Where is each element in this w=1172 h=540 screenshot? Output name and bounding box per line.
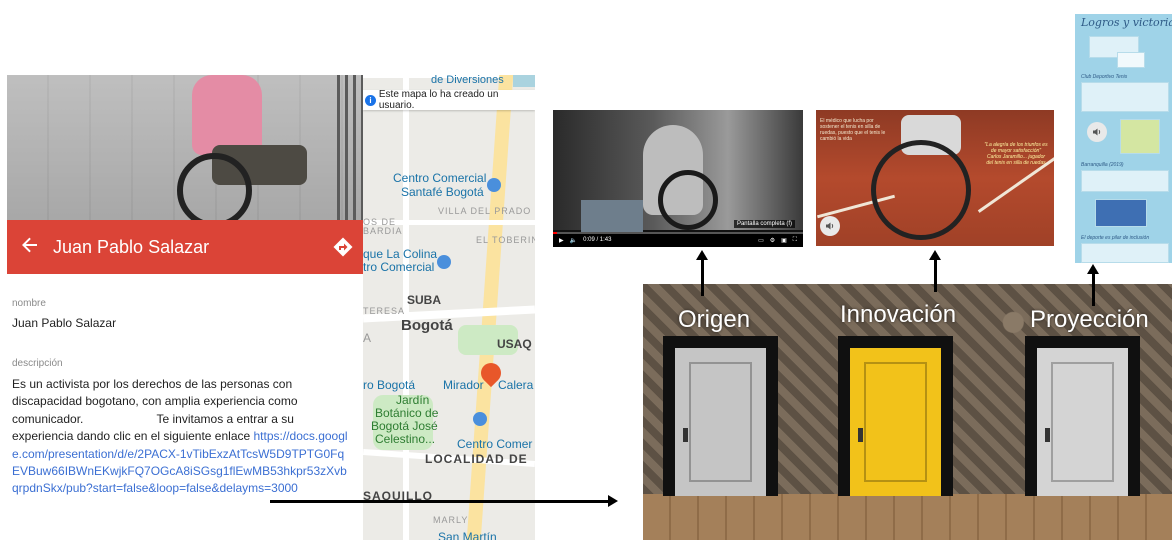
map-label-san-martin: San Martín [438, 530, 497, 540]
poster-line-1: Club Deportivo Tenis [1081, 74, 1128, 80]
descripcion-label: descripción [12, 358, 63, 369]
poster-card-4 [1081, 170, 1169, 192]
poster-card-5 [1081, 243, 1169, 263]
doors-image: Origen Innovación Proyección [643, 284, 1172, 540]
map-label-a: A [363, 331, 372, 345]
poster-photo [1095, 199, 1147, 227]
arrow-up-proyeccion [1087, 264, 1099, 306]
profile-photo [7, 75, 363, 220]
info-icon: i [365, 94, 376, 106]
label-innovacion: Innovación [840, 301, 957, 328]
shopping-pin-icon-2[interactable] [437, 255, 451, 269]
map-label-jardin: Jardín [396, 393, 430, 407]
poster-line-3: El deporte es pilar de inclusión [1081, 235, 1150, 241]
map-label-celestino: Celestino... [375, 432, 436, 446]
map-label-toberin: EL TOBERIN [476, 235, 535, 245]
header-title: Juan Pablo Salazar [53, 236, 210, 257]
descripcion-value: Es un activista por los derechos de las … [12, 376, 352, 498]
tennis-quote-2: "La alegría de los triunfos es de mayor … [984, 142, 1048, 166]
arrow-up-innovacion [929, 250, 941, 292]
map-label-usaq: USAQ [497, 337, 532, 351]
map-label-centro-comer: Centro Comer [457, 437, 533, 451]
map-label-centro-comercial-2: tro Comercial [363, 260, 435, 274]
map-view[interactable]: de Diversiones i Este mapa lo ha creado u… [363, 75, 535, 540]
audio-speaker-icon[interactable] [820, 216, 840, 236]
map-label-bardia: BARDIA [363, 226, 403, 236]
arrow-up-origen [696, 250, 708, 296]
map-label-bogota-jose: Bogotá José [371, 419, 438, 433]
map-label-santafe: Santafé Bogotá [401, 185, 484, 199]
place-info-panel: Juan Pablo Salazar nombre Juan Pablo Sal… [7, 75, 363, 540]
map-label-mirador: Mirador [443, 378, 484, 392]
label-proyeccion: Proyección [1030, 306, 1149, 333]
volume-icon[interactable]: 🔈 [570, 237, 577, 244]
map-label-villa-del-prado: VILLA DEL PRADO [438, 206, 532, 216]
map-label-ro-bogota: ro Bogotá [363, 378, 416, 392]
captions-icon[interactable]: ▭ [758, 237, 764, 244]
map-label-marly: MARLY [433, 515, 469, 525]
achievements-poster: Logros y victorias Club Deportivo Tenis … [1075, 14, 1172, 263]
poster-title: Logros y victorias [1081, 16, 1172, 29]
map-label-bogota: Bogotá [401, 317, 453, 334]
fullscreen-icon[interactable]: ⛶ [793, 237, 797, 244]
shopping-pin-icon[interactable] [487, 178, 501, 192]
slide-canvas: Juan Pablo Salazar nombre Juan Pablo Sal… [0, 0, 1172, 540]
poster-logo [1117, 52, 1145, 68]
door-origen [663, 336, 778, 496]
video-player[interactable]: Pantalla completa (f) ▶ 🔈 0:09 / 1:43 ▭ … [553, 110, 803, 247]
map-label-botanico: Botánico de [375, 406, 439, 420]
place-pin-icon[interactable] [473, 412, 487, 426]
map-label-teresa: TERESA [363, 306, 406, 316]
video-controls: ▶ 🔈 0:09 / 1:43 ▭ ⚙ ▣ ⛶ [553, 232, 803, 247]
miniplayer-icon[interactable]: ▣ [781, 237, 787, 244]
poster-card-2 [1081, 82, 1169, 112]
settings-icon[interactable]: ⚙ [770, 237, 775, 244]
door-innovacion [838, 336, 953, 496]
tennis-quote-1: El médico que lucha por sostener el teni… [820, 118, 886, 142]
video-progress-bar[interactable] [553, 232, 803, 234]
innovation-slide: El médico que lucha por sostener el teni… [816, 110, 1054, 246]
nombre-label: nombre [12, 298, 46, 309]
poster-speaker-icon[interactable] [1087, 122, 1107, 142]
video-time: 0:09 / 1:43 [583, 237, 612, 243]
info-header-bar: Juan Pablo Salazar [7, 220, 363, 274]
map-label-centro-comercial: Centro Comercial [393, 171, 487, 185]
map-label-diversiones: de Diversiones [431, 75, 504, 86]
map-user-created-banner: i Este mapa lo ha creado un usuario. [363, 89, 535, 111]
poster-card-3 [1120, 119, 1160, 154]
label-origen: Origen [678, 306, 751, 333]
map-label-suba: SUBA [407, 293, 442, 307]
nombre-value: Juan Pablo Salazar [12, 316, 117, 330]
map-label-la-colina: que La Colina [363, 247, 438, 261]
arrow-right-to-doors [270, 495, 618, 507]
back-arrow-icon[interactable] [7, 234, 53, 260]
map-label-calera: Calera [498, 378, 534, 392]
fullscreen-tooltip: Pantalla completa (f) [733, 220, 795, 228]
play-icon[interactable]: ▶ [559, 237, 564, 244]
directions-icon[interactable] [323, 220, 363, 274]
poster-line-2: Barranquilla (2019) [1081, 162, 1124, 168]
map-banner-text: Este mapa lo ha creado un usuario. [378, 89, 499, 111]
door-proyeccion [1025, 336, 1140, 496]
map-label-localidad: LOCALIDAD DE [425, 452, 528, 466]
